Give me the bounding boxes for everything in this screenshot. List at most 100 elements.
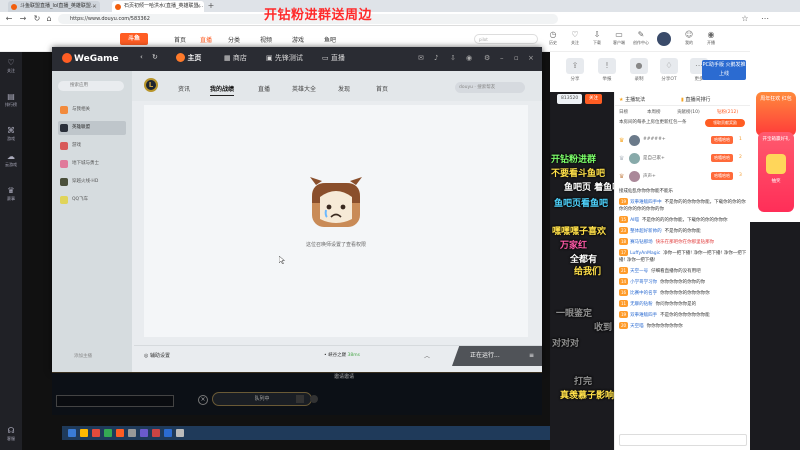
menu-icon[interactable]: ⋯	[760, 14, 770, 24]
search-input[interactable]: douyu · 搜索帮友	[455, 82, 525, 93]
mail-icon[interactable]: ✉	[418, 54, 424, 62]
sidebar-item-follow[interactable]: ♡ 关注	[0, 58, 22, 74]
subtab-day[interactable]: 日榜	[619, 109, 628, 115]
subtab-week[interactable]: 本周榜	[647, 109, 661, 115]
game-item-cf[interactable]: 穿越火线·HD	[58, 175, 126, 189]
game-item-related[interactable]: 与我相关	[58, 103, 126, 117]
header-client[interactable]: ▭ 客户端	[608, 30, 630, 46]
subtab-contrib[interactable]: 贡献榜(10)	[677, 109, 700, 115]
browser-tab-2-label: 石页初倾一哈洪水(直播_英雄联盟...	[124, 3, 204, 9]
header-mine[interactable]: ☺ 我的	[678, 30, 700, 46]
douyu-logo[interactable]: 斗鱼	[120, 33, 148, 45]
browser-tab-2[interactable]: 石页初倾一哈洪水(直播_英雄联盟... ×	[112, 1, 204, 12]
fan-assistant-button[interactable]: PC助手版 火鹅发推上线	[702, 60, 746, 80]
nav-home[interactable]: 首页	[174, 35, 186, 44]
sidebar-item-rank[interactable]: ▤ 排行榜	[0, 92, 22, 108]
promo-card[interactable]: 开宝箱赢好礼 抽奖	[758, 132, 794, 212]
header-history[interactable]: ◷ 历史	[542, 30, 564, 46]
reload-icon[interactable]: ↻	[32, 14, 42, 24]
tab-host-play[interactable]: ★ 主播玩法	[619, 96, 645, 103]
running-button[interactable]: 正在运行... ≡	[452, 346, 542, 366]
promo-banner[interactable]: 周年狂欢 红包	[756, 92, 796, 136]
sidebar-item-match[interactable]: ♛ 赛事	[0, 186, 22, 202]
share-button[interactable]: ⇪ 分享	[560, 58, 590, 82]
close-icon[interactable]: ×	[196, 1, 201, 12]
rank-row[interactable]: ♛ #####+ 哈嘻哈哈 1	[619, 134, 747, 147]
sidebar-item-cloudgame[interactable]: ☁ 云游戏	[0, 152, 22, 168]
sidebar-search-input[interactable]: 搜索应用	[58, 81, 124, 91]
user-icon[interactable]: ◉	[466, 54, 472, 62]
rank-row[interactable]: ♛ 是自己家+ 哈嘻哈哈 2	[619, 152, 747, 165]
subtab-discover[interactable]: 发现	[338, 84, 350, 93]
chat-input[interactable]	[619, 434, 747, 446]
forward-icon[interactable]: →	[18, 14, 28, 24]
nav-video[interactable]: 视频	[260, 35, 272, 44]
notice-action-button[interactable]: 领取贡献奖励	[705, 119, 745, 127]
notification-icon[interactable]: ♪	[434, 54, 438, 62]
search-input[interactable]: pilot	[474, 34, 538, 44]
wegame-tab-test[interactable]: ▣ 先锋测试	[266, 53, 303, 63]
browser-tab-1[interactable]: 斗鱼联盟直播_lol直播_英雄联盟... ×	[8, 1, 100, 12]
subtab-record[interactable]: 我的战绩	[210, 84, 235, 96]
subtab-fans[interactable]: 钻粉(212)	[717, 109, 738, 115]
game-item-game[interactable]: 游戏	[58, 139, 126, 153]
subtab-heroes[interactable]: 英雄大全	[292, 84, 316, 93]
header-creator[interactable]: ✎ 创作中心	[630, 30, 652, 46]
wegame-game-sidebar: 搜索应用 与我相关 英雄联盟 游戏 地下城与勇士 穿越火线·HD QQ飞车 添加…	[52, 71, 132, 372]
sidebar-footer[interactable]: 添加主播	[74, 353, 92, 359]
app-icon	[176, 429, 184, 437]
tab-room-rank[interactable]: ▮ 直播间排行	[681, 96, 710, 103]
danmaku-item: 万家红	[560, 241, 588, 251]
live-icon: ▭	[322, 54, 329, 62]
settings-icon[interactable]: ⚙	[484, 54, 490, 62]
header-follow[interactable]: ♡ 关注	[564, 30, 586, 46]
danmaku-item: 鱼吧页 着鱼吧	[564, 183, 622, 193]
back-icon[interactable]: ‹	[140, 53, 143, 61]
subtab-news[interactable]: 资讯	[178, 84, 190, 93]
rank-row[interactable]: ♛ 声声+ 哈嘻哈哈 3	[619, 170, 747, 183]
assist-settings-button[interactable]: ◎ 辅助设置	[144, 352, 170, 359]
danmaku-item: 一眼鉴定	[556, 309, 593, 319]
chat-message: 23 整体超好新帅的 不是你的的你你能	[619, 227, 701, 234]
game-item-lol[interactable]: 英雄联盟	[58, 121, 126, 135]
window-icon[interactable]	[296, 395, 304, 403]
chevron-up-icon[interactable]: ︿	[424, 351, 430, 360]
download-icon[interactable]: ⇩	[450, 54, 456, 62]
folder-icon	[80, 429, 88, 437]
header-download[interactable]: ⇩ 下载	[586, 30, 608, 46]
favorites-icon[interactable]: ☆	[740, 14, 750, 24]
new-tab-icon[interactable]: +	[206, 1, 216, 11]
wegame-tab-store[interactable]: ▦ 商店	[224, 53, 247, 63]
record-button[interactable]: ● 录制	[624, 58, 654, 82]
settings-icon: ◎	[144, 353, 149, 359]
nav-yuba[interactable]: 鱼吧	[324, 35, 336, 44]
sidebar-item-game[interactable]: ⌘ 游戏	[0, 126, 22, 142]
cancel-icon[interactable]: ×	[198, 395, 208, 405]
minimize-icon[interactable]: –	[500, 54, 504, 62]
game-chat-input[interactable]	[56, 395, 174, 407]
back-icon[interactable]: ←	[4, 14, 14, 24]
subtab-first[interactable]: 首页	[376, 84, 388, 93]
wegame-tab-home[interactable]: 主页	[176, 53, 201, 63]
header-broadcast[interactable]: ◉ 开播	[700, 30, 722, 46]
nav-game[interactable]: 游戏	[292, 35, 304, 44]
nav-live[interactable]: 直播	[200, 35, 212, 44]
close-icon[interactable]: ×	[528, 54, 534, 62]
avatar[interactable]	[657, 32, 671, 46]
subtab-live[interactable]: 直播	[258, 84, 270, 93]
close-icon[interactable]: ×	[92, 1, 97, 12]
report-button[interactable]: ! 举报	[592, 58, 622, 82]
chat-message: 16 比赛中的名字 你你你你你的你你你你你	[619, 289, 710, 296]
wegame-tab-live[interactable]: ▭ 直播	[322, 53, 345, 63]
maximize-icon[interactable]: ▫	[514, 54, 519, 62]
settings-icon[interactable]	[310, 395, 318, 403]
reload-icon[interactable]: ↻	[152, 53, 158, 61]
danmaku-item: 收到	[594, 323, 613, 333]
nav-category[interactable]: 分类	[228, 35, 240, 44]
sidebar-item-service[interactable]: ☊ 客服	[0, 426, 22, 442]
home-icon[interactable]: ⌂	[44, 14, 54, 24]
game-item-qqspeed[interactable]: QQ飞车	[58, 193, 126, 207]
share-ot-button[interactable]: ♢ 分享OT	[654, 58, 684, 82]
game-item-dnf[interactable]: 地下城与勇士	[58, 157, 126, 171]
follow-button[interactable]: 关注	[585, 94, 602, 104]
